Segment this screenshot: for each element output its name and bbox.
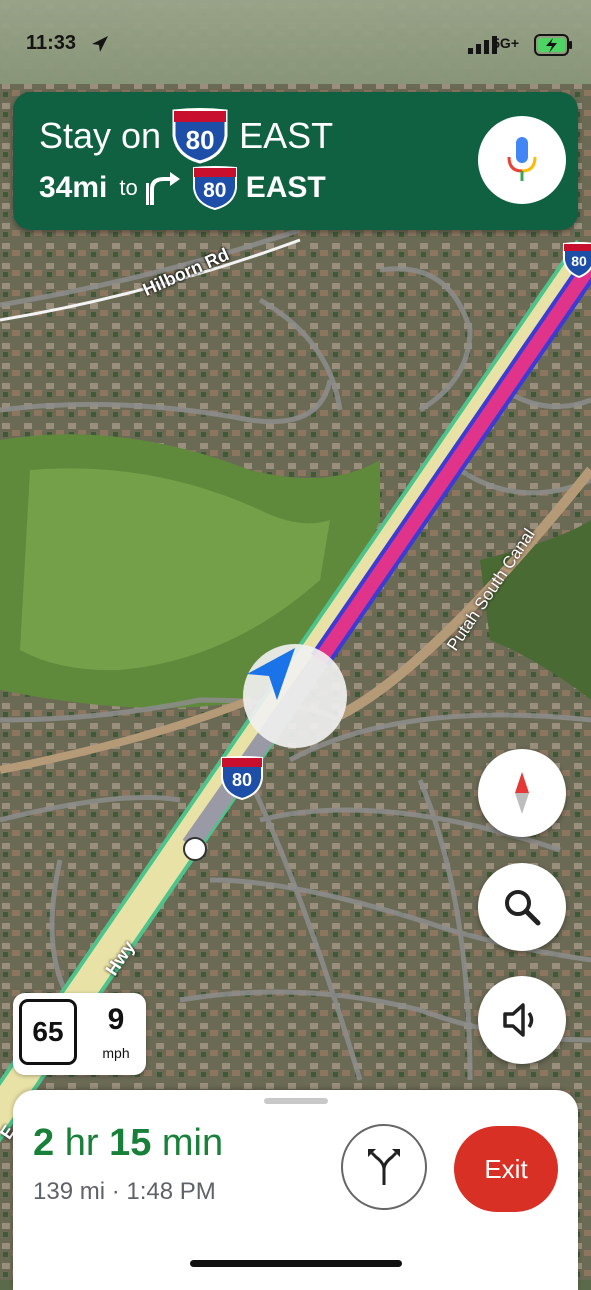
current-location-puck (243, 644, 347, 748)
next-direction: EAST (245, 171, 326, 204)
status-bar: 11:33 5G+ (0, 0, 591, 84)
battery-charging-icon (534, 34, 572, 56)
next-to-label: to (119, 175, 138, 200)
search-button[interactable] (478, 863, 566, 951)
next-distance: 34mi (39, 171, 108, 204)
eta-duration: 2 hr 15 min (33, 1122, 224, 1164)
home-indicator[interactable] (190, 1260, 402, 1267)
interstate-shield: 80 (171, 108, 229, 164)
sound-icon (503, 1003, 534, 1037)
highway-shield-map-top: 80 (562, 242, 591, 278)
location-arrow-icon (92, 36, 108, 52)
highway-shield-map: 80 (220, 756, 264, 800)
navigation-arrow-icon (247, 648, 295, 700)
next-interstate-shield: 80 (192, 166, 238, 211)
sheet-drag-handle[interactable] (264, 1098, 328, 1104)
route-fork-icon (368, 1149, 400, 1185)
current-speed: 9 (107, 1003, 125, 1036)
instruction-direction: EAST (239, 115, 334, 156)
next-instruction: 34mi to 80 EAST (39, 166, 326, 211)
turn-right-icon (145, 172, 180, 205)
instruction-prefix: Stay on (39, 115, 162, 156)
compass-icon (515, 772, 529, 814)
speed-unit: mph (102, 1045, 130, 1061)
exit-navigation-button[interactable]: Exit (454, 1126, 558, 1212)
sound-button[interactable] (478, 976, 566, 1064)
search-icon (505, 890, 541, 926)
speed-limit-sign: 65 (19, 999, 77, 1065)
alternate-routes-button[interactable] (341, 1124, 427, 1210)
trip-distance-arrival: 139 mi · 1:48 PM (33, 1178, 216, 1205)
current-instruction: Stay on 80 EAST (39, 108, 333, 164)
microphone-icon (507, 137, 537, 181)
voice-search-button[interactable] (478, 116, 566, 204)
direction-banner[interactable]: Stay on 80 EAST 34mi to 80 EAST (13, 92, 578, 230)
compass-button[interactable] (478, 749, 566, 837)
network-type: 5G+ (492, 35, 519, 51)
status-time: 11:33 (26, 32, 77, 54)
speed-indicator: 65 9 mph (13, 993, 146, 1075)
